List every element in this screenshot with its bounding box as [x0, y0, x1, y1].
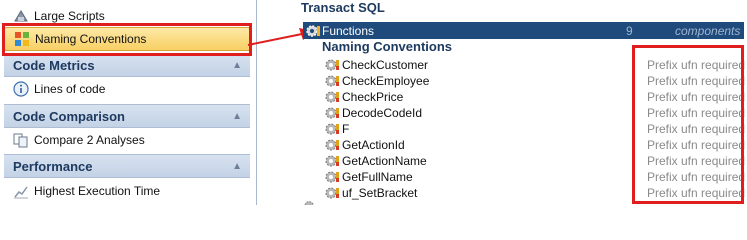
- sidebar-item-compare-2-analyses[interactable]: Compare 2 Analyses: [4, 128, 250, 152]
- sidebar-item-large-scripts[interactable]: Large Scripts: [4, 4, 250, 28]
- section-header-code-metrics[interactable]: Code Metrics ▲: [4, 53, 250, 77]
- function-name: F: [342, 122, 350, 136]
- function-name: GetFullName: [342, 170, 413, 184]
- collapse-chevron-icon[interactable]: ▲: [232, 161, 242, 172]
- section-title: Code Metrics: [13, 57, 95, 73]
- function-gear-icon: [324, 89, 340, 105]
- violation-message: Prefix ufn required: [647, 170, 746, 184]
- function-gear-icon: [324, 73, 340, 89]
- function-gear-icon: [324, 169, 340, 185]
- section-title: Performance: [13, 158, 93, 174]
- section-header-code-comparison[interactable]: Code Comparison ▲: [4, 104, 250, 128]
- function-gear-icon: [324, 185, 340, 201]
- list-item[interactable]: F Prefix ufn required: [324, 121, 746, 137]
- function-gear-icon: [324, 153, 340, 169]
- gear-icon: [305, 23, 321, 39]
- collapse-chevron-icon[interactable]: ▲: [232, 60, 242, 71]
- section-header-performance[interactable]: Performance ▲: [4, 154, 250, 178]
- group-unit: components: [675, 23, 741, 38]
- violation-message: Prefix ufn required: [647, 74, 746, 88]
- function-name: GetActionId: [342, 138, 405, 152]
- function-name: DecodeCodeId: [342, 106, 423, 120]
- violation-message: Prefix ufn required: [647, 106, 746, 120]
- function-name: uf_SetBracket: [342, 186, 418, 200]
- sidebar: Large Scripts Naming Conventions Code Me…: [0, 0, 257, 205]
- scripts-icon: [12, 8, 30, 24]
- sidebar-item-lines-of-code[interactable]: Lines of code: [4, 77, 250, 101]
- violation-message: Prefix ufn required: [647, 154, 746, 168]
- violation-message: Prefix ufn required: [647, 138, 746, 152]
- function-gear-icon: [324, 57, 340, 73]
- function-name: CheckEmployee: [342, 74, 430, 88]
- list-item[interactable]: GetFullName Prefix ufn required: [324, 169, 746, 185]
- sidebar-item-label: Large Scripts: [34, 9, 105, 23]
- function-name: GetActionName: [342, 154, 427, 168]
- group-count: 9: [626, 23, 633, 38]
- sidebar-item-label: Lines of code: [34, 82, 106, 96]
- info-icon: [12, 81, 30, 97]
- section-title: Code Comparison: [13, 108, 125, 124]
- collapse-chevron-icon[interactable]: ▲: [232, 111, 242, 122]
- list-item[interactable]: CheckEmployee Prefix ufn required: [324, 73, 746, 89]
- scope-title: Transact SQL: [301, 0, 385, 15]
- list-item[interactable]: DecodeCodeId Prefix ufn required: [324, 105, 746, 121]
- function-gear-icon: [324, 105, 340, 121]
- group-row-functions[interactable]: Functions 9 components: [303, 22, 744, 39]
- sidebar-item-label: Naming Conventions: [35, 32, 147, 46]
- function-gear-icon: [324, 137, 340, 153]
- function-name: CheckCustomer: [342, 58, 429, 72]
- results-panel: Transact SQL Functions 9 components Nami…: [258, 0, 747, 205]
- group-name: Functions: [322, 23, 375, 38]
- sidebar-item-label: Compare 2 Analyses: [34, 133, 145, 147]
- chart-icon: [12, 183, 30, 199]
- violation-message: Prefix ufn required: [647, 90, 746, 104]
- violation-message: Prefix ufn required: [647, 122, 746, 136]
- list-item[interactable]: CheckCustomer Prefix ufn required: [324, 57, 746, 73]
- list-item[interactable]: GetActionName Prefix ufn required: [324, 153, 746, 169]
- violation-message: Prefix ufn required: [647, 186, 746, 200]
- rule-title: Naming Conventions: [322, 39, 453, 54]
- sidebar-item-naming-conventions[interactable]: Naming Conventions: [4, 27, 250, 51]
- list-item[interactable]: CheckPrice Prefix ufn required: [324, 89, 746, 105]
- list-item[interactable]: GetActionId Prefix ufn required: [324, 137, 746, 153]
- naming-conventions-icon: [13, 31, 31, 47]
- list-item[interactable]: uf_SetBracket Prefix ufn required: [324, 185, 746, 201]
- sidebar-item-label: Highest Execution Time: [34, 184, 161, 198]
- partial-row-icon: [303, 199, 317, 205]
- function-name: CheckPrice: [342, 90, 404, 104]
- function-gear-icon: [324, 121, 340, 137]
- compare-icon: [12, 132, 30, 148]
- violation-message: Prefix ufn required: [647, 58, 746, 72]
- sidebar-item-highest-execution-time[interactable]: Highest Execution Time: [4, 179, 250, 203]
